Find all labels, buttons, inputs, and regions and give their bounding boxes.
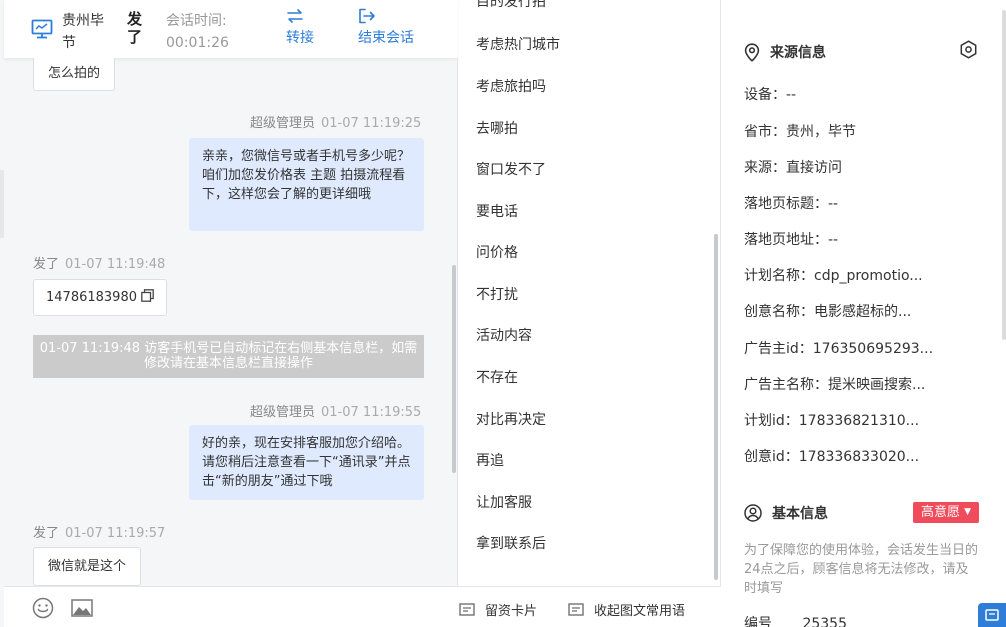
floating-chat-button[interactable] xyxy=(978,603,1006,627)
message-meta: 超级管理员 01-07 11:19:55 xyxy=(250,401,421,420)
end-session-label: 结束会话 xyxy=(358,30,414,46)
info-source: 来源：直接访问 xyxy=(744,160,842,176)
visitor-name: 发了 xyxy=(127,10,143,46)
chat-scrollbar[interactable] xyxy=(452,265,456,473)
id-label: 编号 xyxy=(744,616,772,627)
info-landing-title: 落地页标题：-- xyxy=(744,196,839,212)
info-creative-id: 创意id：178336833020... xyxy=(744,449,920,465)
phrase-item[interactable]: 对比再决定 xyxy=(476,409,546,429)
visitor-location: 贵州毕节 xyxy=(62,13,104,51)
sender-name: 超级管理员 xyxy=(250,116,316,131)
info-creative-name: 创意名称：电影感超标的... xyxy=(744,304,912,320)
source-info-label: 来源信息 xyxy=(770,45,826,61)
logout-icon xyxy=(359,8,375,24)
phrase-item[interactable]: 再追 xyxy=(476,450,504,470)
info-id: 编号 25355 xyxy=(744,613,847,627)
sender-name: 超级管理员 xyxy=(250,405,316,420)
quick-phrase-pane: 目的发行拍 考虑热门城市 考虑旅拍吗 去哪拍 窗口发不了 要电话 问价格 不打扰… xyxy=(459,0,721,627)
phrase-item[interactable]: 窗口发不了 xyxy=(476,159,546,179)
phrase-item[interactable]: 要电话 xyxy=(476,201,518,221)
end-session-button[interactable]: 结束会话 xyxy=(358,8,414,47)
settings-icon[interactable] xyxy=(959,40,978,59)
caret-down-icon: ▼ xyxy=(964,507,972,517)
message-time: 01-07 11:19:55 xyxy=(321,405,422,420)
transfer-button[interactable]: 转接 xyxy=(286,8,314,47)
info-device: 设备：-- xyxy=(744,87,797,103)
agent-message: 好的亲，现在安排客服加您介绍哈。请您稍后注意查看一下“通讯录”并点击“新的朋友”… xyxy=(189,425,424,500)
info-landing-url: 落地页地址：-- xyxy=(744,232,839,248)
info-pane: 来源信息 设备：-- 省市：贵州，毕节 来源：直接访问 落地页标题：-- 落地页… xyxy=(722,0,1006,627)
basic-info-label: 基本信息 xyxy=(772,506,828,522)
info-plan-name: 计划名称：cdp_promotio... xyxy=(744,268,923,284)
phrase-item[interactable]: 问价格 xyxy=(476,242,518,262)
info-advertiser-name: 广告主名称：提米映画搜索... xyxy=(744,377,926,393)
basic-info-title: 基本信息 xyxy=(744,503,828,523)
phrase-item[interactable]: 去哪拍 xyxy=(476,118,518,138)
card-icon xyxy=(459,602,475,616)
smile-icon[interactable] xyxy=(32,597,54,619)
intent-level-dropdown[interactable]: 高意愿 ▼ xyxy=(913,502,979,523)
lead-card-label: 留资卡片 xyxy=(485,604,538,619)
source-info-title: 来源信息 xyxy=(744,42,826,62)
edit-notice: 为了保障您的使用体验，会话发生当日的24点之后，顾客信息将无法修改，请及时填写 xyxy=(744,543,979,596)
intent-level-label: 高意愿 xyxy=(920,505,960,520)
phrase-item[interactable]: 考虑旅拍吗 xyxy=(476,76,546,96)
collapse-phrases-button[interactable]: 收起图文常用语 xyxy=(568,600,685,619)
collapse-phrases-label: 收起图文常用语 xyxy=(594,604,686,619)
info-advertiser-id: 广告主id：176350695293... xyxy=(744,341,934,357)
user-circle-icon xyxy=(744,504,762,522)
sender-name: 发了 xyxy=(33,257,60,272)
message-meta: 超级管理员 01-07 11:19:25 xyxy=(250,112,421,131)
message-text: 好的亲，现在安排客服加您介绍哈。请您稍后注意查看一下“通讯录”并点击“新的朋友”… xyxy=(202,436,411,489)
message-text: 微信就是这个 xyxy=(48,559,127,574)
visitor-message: 微信就是这个 xyxy=(33,547,142,586)
message-text: 14786183980 xyxy=(46,290,137,305)
sender-name: 发了 xyxy=(33,526,60,541)
chat-header: 贵州毕节 发了 会话时间: 00:01:26 转接 结束会话 xyxy=(4,0,458,58)
message-list[interactable]: 怎么拍的 超级管理员 01-07 11:19:25 亲亲，您微信号或者手机号多少呢… xyxy=(4,58,458,586)
phrase-item[interactable]: 让加客服 xyxy=(476,492,532,512)
message-time: 01-07 11:19:48 xyxy=(65,257,166,272)
monitor-icon xyxy=(31,19,53,39)
agent-message: 亲亲，您微信号或者手机号多少呢？咱们加您发价格表 主题 拍摄流程看下，这样您会了… xyxy=(189,138,424,231)
session-time-value: 00:01:26 xyxy=(166,35,229,51)
info-plan-id: 计划id：178336821310... xyxy=(744,413,920,429)
message-text: 怎么拍的 xyxy=(48,66,101,81)
transfer-label: 转接 xyxy=(286,30,314,46)
message-meta: 发了 01-07 11:19:57 xyxy=(33,522,165,541)
message-time: 01-07 11:19:57 xyxy=(65,526,166,541)
phrase-toolbar: 留资卡片 收起图文常用语 xyxy=(458,586,721,627)
chat-pane: 贵州毕节 发了 会话时间: 00:01:26 转接 结束会话 怎么拍的 超级管理… xyxy=(0,0,458,627)
copy-icon[interactable] xyxy=(141,289,154,302)
message-icon xyxy=(568,602,584,616)
info-scrollbar[interactable] xyxy=(1002,10,1006,340)
phrase-item[interactable]: 目的发行拍 xyxy=(476,0,546,11)
session-time: 会话时间: 00:01:26 xyxy=(166,10,229,54)
id-value: 25355 xyxy=(802,616,847,627)
info-region: 省市：贵州，毕节 xyxy=(744,124,856,140)
transfer-icon xyxy=(287,9,303,23)
location-pin-icon xyxy=(744,42,760,62)
image-icon[interactable] xyxy=(71,599,93,617)
visitor-message: 14786183980 xyxy=(33,279,168,316)
phrase-scrollbar[interactable] xyxy=(714,234,718,580)
phrase-item[interactable]: 不存在 xyxy=(476,367,518,387)
system-notice: 01-07 11:19:48 访客手机号已自动标记在右侧基本信息栏，如需修改请在… xyxy=(33,335,424,378)
lead-card-button[interactable]: 留资卡片 xyxy=(459,600,537,619)
phrase-item[interactable]: 考虑热门城市 xyxy=(476,34,560,54)
phrase-item[interactable]: 不打扰 xyxy=(476,284,518,304)
phrase-item[interactable]: 活动内容 xyxy=(476,325,532,345)
chat-toolbar xyxy=(4,586,458,627)
phrase-item[interactable]: 拿到联系后 xyxy=(476,533,546,553)
message-text: 亲亲，您微信号或者手机号多少呢？咱们加您发价格表 主题 拍摄流程看下，这样您会了… xyxy=(202,149,411,202)
visitor-message: 怎么拍的 xyxy=(33,58,116,91)
message-meta: 发了 01-07 11:19:48 xyxy=(33,253,165,272)
message-time: 01-07 11:19:25 xyxy=(321,116,422,131)
chat-icon xyxy=(985,609,999,621)
session-time-label: 会话时间: xyxy=(166,13,227,29)
